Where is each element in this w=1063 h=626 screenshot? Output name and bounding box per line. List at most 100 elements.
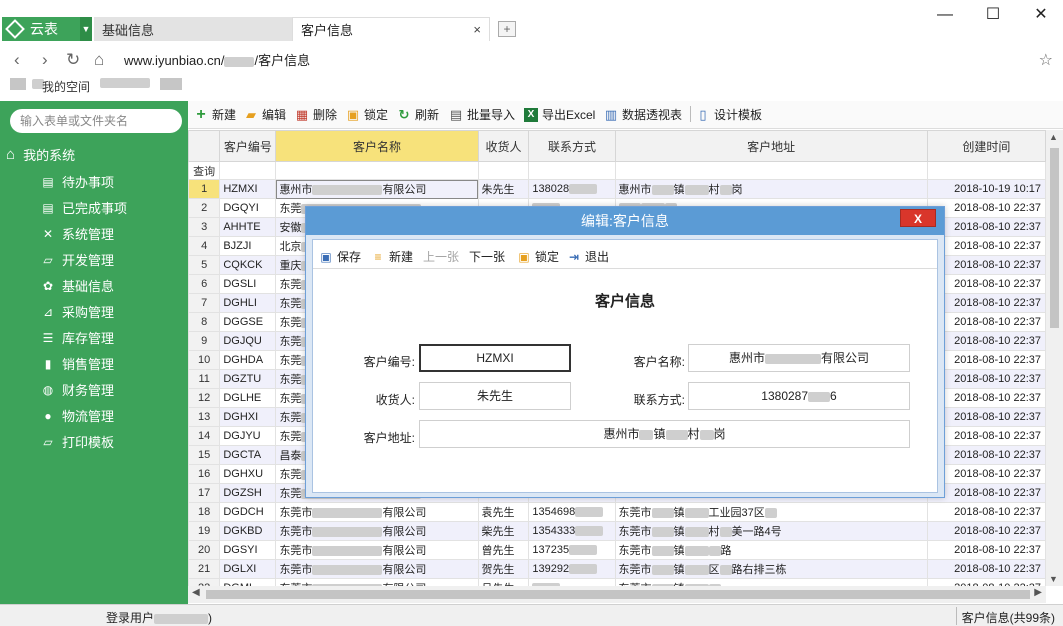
column-header-address[interactable]: 客户地址 <box>614 130 928 162</box>
forward-icon[interactable]: › <box>42 50 48 70</box>
cell-code[interactable]: DGJQU <box>219 331 277 351</box>
row-number[interactable]: 18 <box>188 502 221 522</box>
dialog-lock-button[interactable]: ▣ 锁定 <box>517 248 559 265</box>
row-number[interactable]: 13 <box>188 407 221 427</box>
phone-field[interactable]: 1380287 6 <box>688 382 910 410</box>
cell-receiver[interactable]: 曾先生 <box>477 540 530 560</box>
sidebar-item-dev[interactable]: ▱ 开发管理 <box>40 250 114 269</box>
new-button[interactable]: + 新建 <box>194 106 236 123</box>
close-icon[interactable]: × <box>473 22 481 37</box>
bookmark-star-icon[interactable]: ☆ <box>1039 50 1053 70</box>
edit-button[interactable]: ▰ 编辑 <box>244 106 286 123</box>
delete-button[interactable]: ▦ 删除 <box>295 106 337 123</box>
row-number[interactable]: 6 <box>188 274 221 294</box>
row-number[interactable]: 9 <box>188 331 221 351</box>
pivot-table-button[interactable]: ▥ 数据透视表 <box>604 106 682 123</box>
cell-address[interactable]: 东莞市 镇 路 <box>614 540 928 560</box>
home-icon[interactable]: ⌂ <box>94 50 104 70</box>
cell-created[interactable]: 2018-10-19 10:17 <box>926 179 1046 199</box>
dialog-next-button[interactable]: 下一张 <box>469 248 505 265</box>
cell-code[interactable]: DGGSE <box>219 312 277 332</box>
cell-code[interactable]: DGHXU <box>219 464 277 484</box>
scroll-right-icon[interactable]: ▶ <box>1034 587 1042 598</box>
cell-code[interactable]: DGLXI <box>219 559 277 579</box>
column-header-contact[interactable]: 联系方式 <box>528 130 616 162</box>
sidebar-item-logistics[interactable]: ● 物流管理 <box>40 406 114 425</box>
cell-created[interactable]: 2018-08-10 22:37 <box>926 540 1046 560</box>
sidebar-item-sales[interactable]: ▮ 销售管理 <box>40 354 114 373</box>
cell-code[interactable]: DGZSH <box>219 483 277 503</box>
chevron-down-icon[interactable]: ▼ <box>80 17 92 41</box>
cell-code[interactable]: DGJYU <box>219 426 277 446</box>
vertical-scrollbar[interactable]: ▲ ▼ <box>1046 130 1063 586</box>
cell-receiver[interactable]: 朱先生 <box>477 179 530 199</box>
scroll-thumb[interactable] <box>1050 148 1059 328</box>
cell-code[interactable]: DGLHE <box>219 388 277 408</box>
cell-contact[interactable]: 1354333 <box>528 521 616 541</box>
query-cell[interactable] <box>275 161 479 180</box>
table-row[interactable]: 20 DGSYI 东莞市 有限公司 曾先生 137235 东莞市 镇 路 2018-08-10 2… <box>188 540 1046 560</box>
row-number[interactable]: 16 <box>188 464 221 484</box>
new-tab-button[interactable]: + <box>498 21 516 37</box>
query-cell[interactable] <box>614 161 928 180</box>
column-header-created[interactable]: 创建时间 <box>926 130 1046 162</box>
dialog-close-button[interactable]: X <box>900 209 936 227</box>
close-window-button[interactable]: ✕ <box>1026 6 1056 24</box>
cell-created[interactable]: 2018-08-10 22:37 <box>926 521 1046 541</box>
horizontal-scrollbar[interactable]: ◀ ▶ <box>188 586 1046 603</box>
batch-import-button[interactable]: ▤ 批量导入 <box>449 106 515 123</box>
dialog-new-button[interactable]: ≡ 新建 <box>371 248 413 265</box>
row-number[interactable]: 17 <box>188 483 221 503</box>
sidebar-item-finance[interactable]: ◍ 财务管理 <box>40 380 114 399</box>
row-number[interactable]: 22 <box>188 578 221 586</box>
cell-code[interactable]: HZMXI <box>219 179 277 199</box>
bookmark-item[interactable] <box>100 78 150 88</box>
scroll-thumb[interactable] <box>206 590 1030 599</box>
table-row[interactable]: 18 DGDCH 东莞市 有限公司 袁先生 1354698 东莞市 镇 工业园37区 2018-0… <box>188 502 1046 522</box>
cell-address[interactable]: 东莞市 镇 区路右排三栋 <box>614 559 928 579</box>
bookmark-item[interactable] <box>160 78 188 90</box>
export-excel-button[interactable]: X 导出Excel <box>524 106 595 123</box>
row-number[interactable]: 15 <box>188 445 221 465</box>
bookmark-item[interactable] <box>10 78 44 90</box>
scroll-down-icon[interactable]: ▼ <box>1049 574 1058 584</box>
cell-address[interactable]: 东莞市 镇 工业园37区 <box>614 502 928 522</box>
cell-name[interactable]: 东莞市有限公司 <box>275 578 479 586</box>
cell-created[interactable]: 2018-08-10 22:37 <box>926 559 1046 579</box>
cell-created[interactable]: 2018-08-10 22:37 <box>926 578 1046 586</box>
cell-name[interactable]: 东莞市有限公司 <box>275 521 479 541</box>
row-number[interactable]: 2 <box>188 198 221 218</box>
row-number[interactable]: 10 <box>188 350 221 370</box>
address-field[interactable]: 惠州市镇 村岗 <box>419 420 910 448</box>
refresh-button[interactable]: ↻ 刷新 <box>397 106 439 123</box>
back-icon[interactable]: ‹ <box>14 50 20 70</box>
row-number[interactable]: 12 <box>188 388 221 408</box>
cell-code[interactable]: DGCTA <box>219 445 277 465</box>
row-number[interactable]: 7 <box>188 293 221 313</box>
table-row[interactable]: 19 DGKBD 东莞市 有限公司 柴先生 1354333 东莞市 镇 村美一路4号 2018-0… <box>188 521 1046 541</box>
cell-code[interactable]: DGDCH <box>219 502 277 522</box>
design-template-button[interactable]: ▯ 设计模板 <box>696 106 762 123</box>
column-header-name[interactable]: 客户名称 <box>275 130 479 162</box>
scroll-left-icon[interactable]: ◀ <box>192 587 200 598</box>
cell-address[interactable]: 东莞市镇 <box>614 578 928 586</box>
cell-address[interactable]: 东莞市 镇 村美一路4号 <box>614 521 928 541</box>
app-logo-button[interactable]: 云表 ▼ <box>2 17 92 41</box>
cell-code[interactable]: DGSYI <box>219 540 277 560</box>
cell-name[interactable]: 东莞市有限公司 <box>275 559 479 579</box>
sidebar-item-system[interactable]: ✕ 系统管理 <box>40 224 114 243</box>
cell-name[interactable]: 东莞市有限公司 <box>275 502 479 522</box>
table-row[interactable]: 22DGML东莞市有限公司吕先生 东莞市镇2018-08-10 22:37 <box>188 578 1046 586</box>
row-number[interactable]: 11 <box>188 369 221 389</box>
row-number[interactable]: 3 <box>188 217 221 237</box>
cell-receiver[interactable]: 贺先生 <box>477 559 530 579</box>
row-number[interactable]: 19 <box>188 521 221 541</box>
cell-name[interactable]: 惠州市 有限公司 <box>275 179 479 199</box>
sidebar-header-my-system[interactable]: ⌂ 我的系统 <box>6 145 75 164</box>
cell-contact[interactable]: 1354698 <box>528 502 616 522</box>
cell-code[interactable]: DGHXI <box>219 407 277 427</box>
row-number[interactable]: 21 <box>188 559 221 579</box>
receiver-field[interactable]: 朱先生 <box>419 382 571 410</box>
query-cell[interactable] <box>528 161 616 180</box>
cell-code[interactable]: DGHDA <box>219 350 277 370</box>
